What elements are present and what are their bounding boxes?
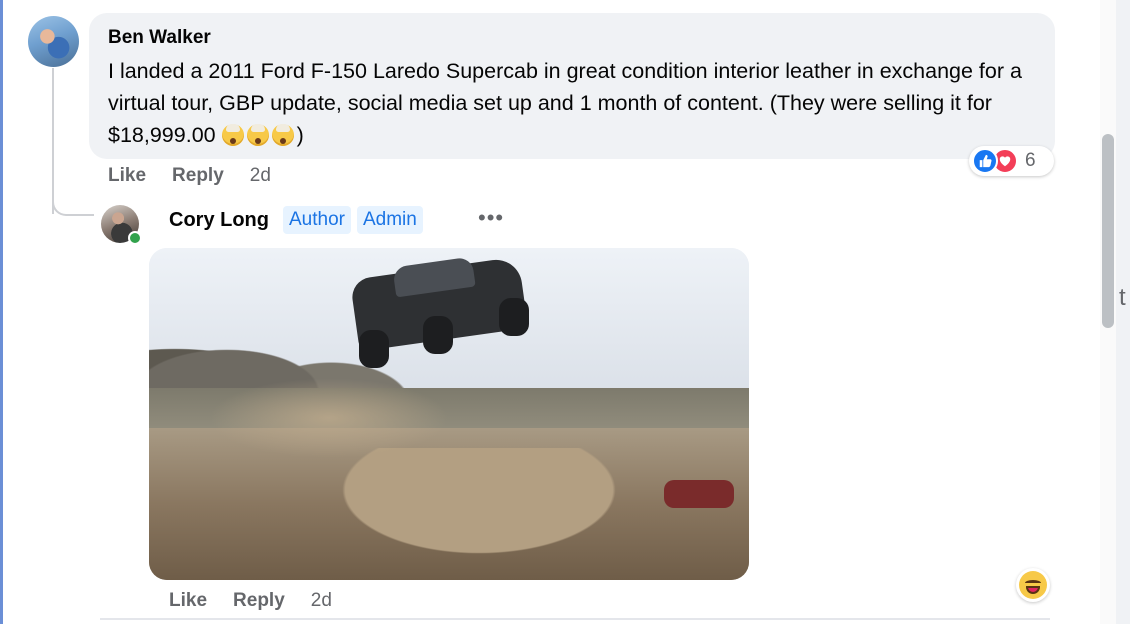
haha-icon xyxy=(1019,571,1047,599)
timestamp[interactable]: 2d xyxy=(311,590,332,612)
exploding-head-icon xyxy=(246,124,269,146)
truck-wheel xyxy=(359,330,389,368)
exploding-head-icon xyxy=(271,124,294,146)
comment-author[interactable]: Ben Walker xyxy=(108,27,1055,49)
truck-wheel xyxy=(423,316,453,354)
comment-text: I landed a 2011 Ford F-150 Laredo Superc… xyxy=(108,55,1043,151)
admin-badge: Admin xyxy=(356,206,423,234)
exploding-head-icon xyxy=(221,124,244,146)
timestamp[interactable]: 2d xyxy=(250,165,271,187)
like-icon xyxy=(972,148,998,174)
reaction-haha-button[interactable] xyxy=(1016,568,1050,602)
gif-dirt-track xyxy=(269,448,689,580)
more-options-button[interactable]: ••• xyxy=(478,207,504,229)
like-button[interactable]: Like xyxy=(169,590,207,612)
gif-dust-cloud xyxy=(209,378,449,458)
reaction-summary[interactable]: 6 xyxy=(969,146,1054,176)
reaction-count: 6 xyxy=(1025,150,1036,171)
thread-connector-curve xyxy=(52,196,94,216)
left-rail xyxy=(0,0,3,624)
author-badge: Author xyxy=(283,206,351,234)
scrollbar-thumb[interactable] xyxy=(1102,134,1114,328)
reply-header: Cory Long Author Admin xyxy=(169,206,429,234)
next-item-edge xyxy=(100,618,1050,626)
reply-button[interactable]: Reply xyxy=(172,165,224,187)
like-button[interactable]: Like xyxy=(108,165,146,187)
atv-vehicle xyxy=(664,480,734,508)
comment-bubble: Ben Walker I landed a 2011 Ford F-150 La… xyxy=(89,13,1055,159)
comment-body-end: ) xyxy=(296,123,304,147)
comment-actions: Like Reply 2d xyxy=(108,165,297,187)
thread-connector xyxy=(52,68,54,214)
online-status-dot xyxy=(128,231,142,245)
reply-actions: Like Reply 2d xyxy=(169,590,358,612)
gif-attachment[interactable] xyxy=(149,248,749,580)
comment-body: I landed a 2011 Ford F-150 Laredo Superc… xyxy=(108,59,1022,147)
reply-author[interactable]: Cory Long xyxy=(169,209,269,232)
avatar-ben-walker[interactable] xyxy=(28,16,79,67)
truck-wheel xyxy=(499,298,529,336)
adjacent-panel-text: t xyxy=(1119,284,1126,311)
reply-button[interactable]: Reply xyxy=(233,590,285,612)
adjacent-panel-edge xyxy=(1116,0,1130,624)
